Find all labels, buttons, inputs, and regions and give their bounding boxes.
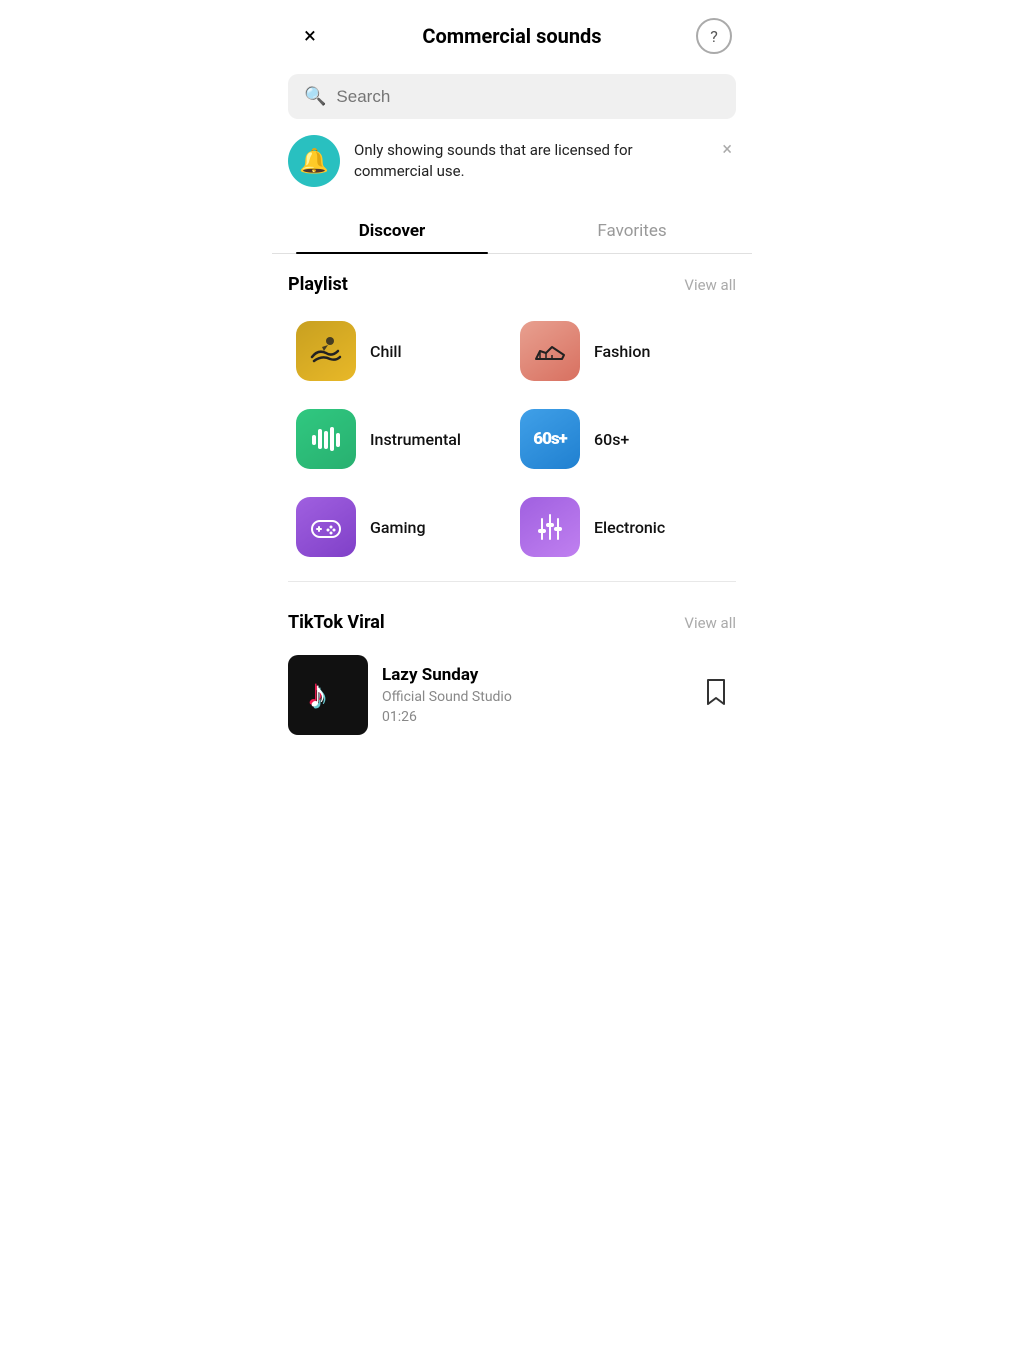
divider	[288, 581, 736, 582]
electronic-label: Electronic	[594, 518, 665, 537]
playlist-title: Playlist	[288, 274, 348, 295]
playlist-item-electronic[interactable]: Electronic	[512, 483, 736, 571]
playlist-item-fashion[interactable]: Fashion	[512, 307, 736, 395]
search-icon: 🔍	[304, 86, 326, 107]
playlist-item-instrumental[interactable]: Instrumental	[288, 395, 512, 483]
tab-discover[interactable]: Discover	[272, 207, 512, 253]
track-item[interactable]: ♪ ♪ ♪ Lazy Sunday Official Sound Studio …	[272, 645, 752, 745]
notice-text: Only showing sounds that are licensed fo…	[354, 140, 704, 182]
header: × Commercial sounds ?	[272, 0, 752, 68]
tab-favorites[interactable]: Favorites	[512, 207, 752, 253]
viral-section-header: TikTok Viral View all	[272, 592, 752, 645]
playlist-view-all[interactable]: View all	[684, 276, 736, 294]
playlist-item-60s[interactable]: 60s+ 60s+	[512, 395, 736, 483]
search-bar[interactable]: 🔍	[288, 74, 736, 119]
instrumental-label: Instrumental	[370, 430, 461, 449]
notice-icon: 🔔	[288, 135, 340, 187]
notice-banner: 🔔 Only showing sounds that are licensed …	[288, 135, 736, 187]
viral-title: TikTok Viral	[288, 612, 385, 633]
playlist-item-gaming[interactable]: Gaming	[288, 483, 512, 571]
page-title: Commercial sounds	[328, 24, 696, 48]
search-input[interactable]	[336, 87, 720, 107]
tabs: Discover Favorites	[272, 207, 752, 254]
help-button[interactable]: ?	[696, 18, 732, 54]
viral-view-all[interactable]: View all	[684, 614, 736, 632]
tiktok-viral-section: TikTok Viral View all ♪ ♪ ♪ Lazy Sunday …	[272, 592, 752, 765]
playlist-section-header: Playlist View all	[272, 254, 752, 307]
gaming-label: Gaming	[370, 518, 426, 537]
playlist-grid: Chill Fashion Instrumenta	[272, 307, 752, 571]
close-button[interactable]: ×	[292, 18, 328, 54]
playlist-item-chill[interactable]: Chill	[288, 307, 512, 395]
track-thumbnail: ♪ ♪ ♪	[288, 655, 368, 735]
60s-icon: 60s+	[520, 409, 580, 469]
electronic-icon	[520, 497, 580, 557]
track-artist: Official Sound Studio	[382, 689, 682, 705]
bookmark-button[interactable]	[696, 670, 736, 720]
fashion-icon	[520, 321, 580, 381]
fashion-label: Fashion	[594, 342, 650, 361]
chill-icon	[296, 321, 356, 381]
track-duration: 01:26	[382, 709, 682, 725]
track-info: Lazy Sunday Official Sound Studio 01:26	[382, 665, 682, 725]
track-name: Lazy Sunday	[382, 665, 682, 685]
chill-label: Chill	[370, 342, 402, 361]
notice-close-button[interactable]: ×	[718, 135, 736, 164]
svg-text:♪: ♪	[308, 674, 327, 716]
60s-label: 60s+	[594, 430, 629, 449]
gaming-icon	[296, 497, 356, 557]
instrumental-icon	[296, 409, 356, 469]
